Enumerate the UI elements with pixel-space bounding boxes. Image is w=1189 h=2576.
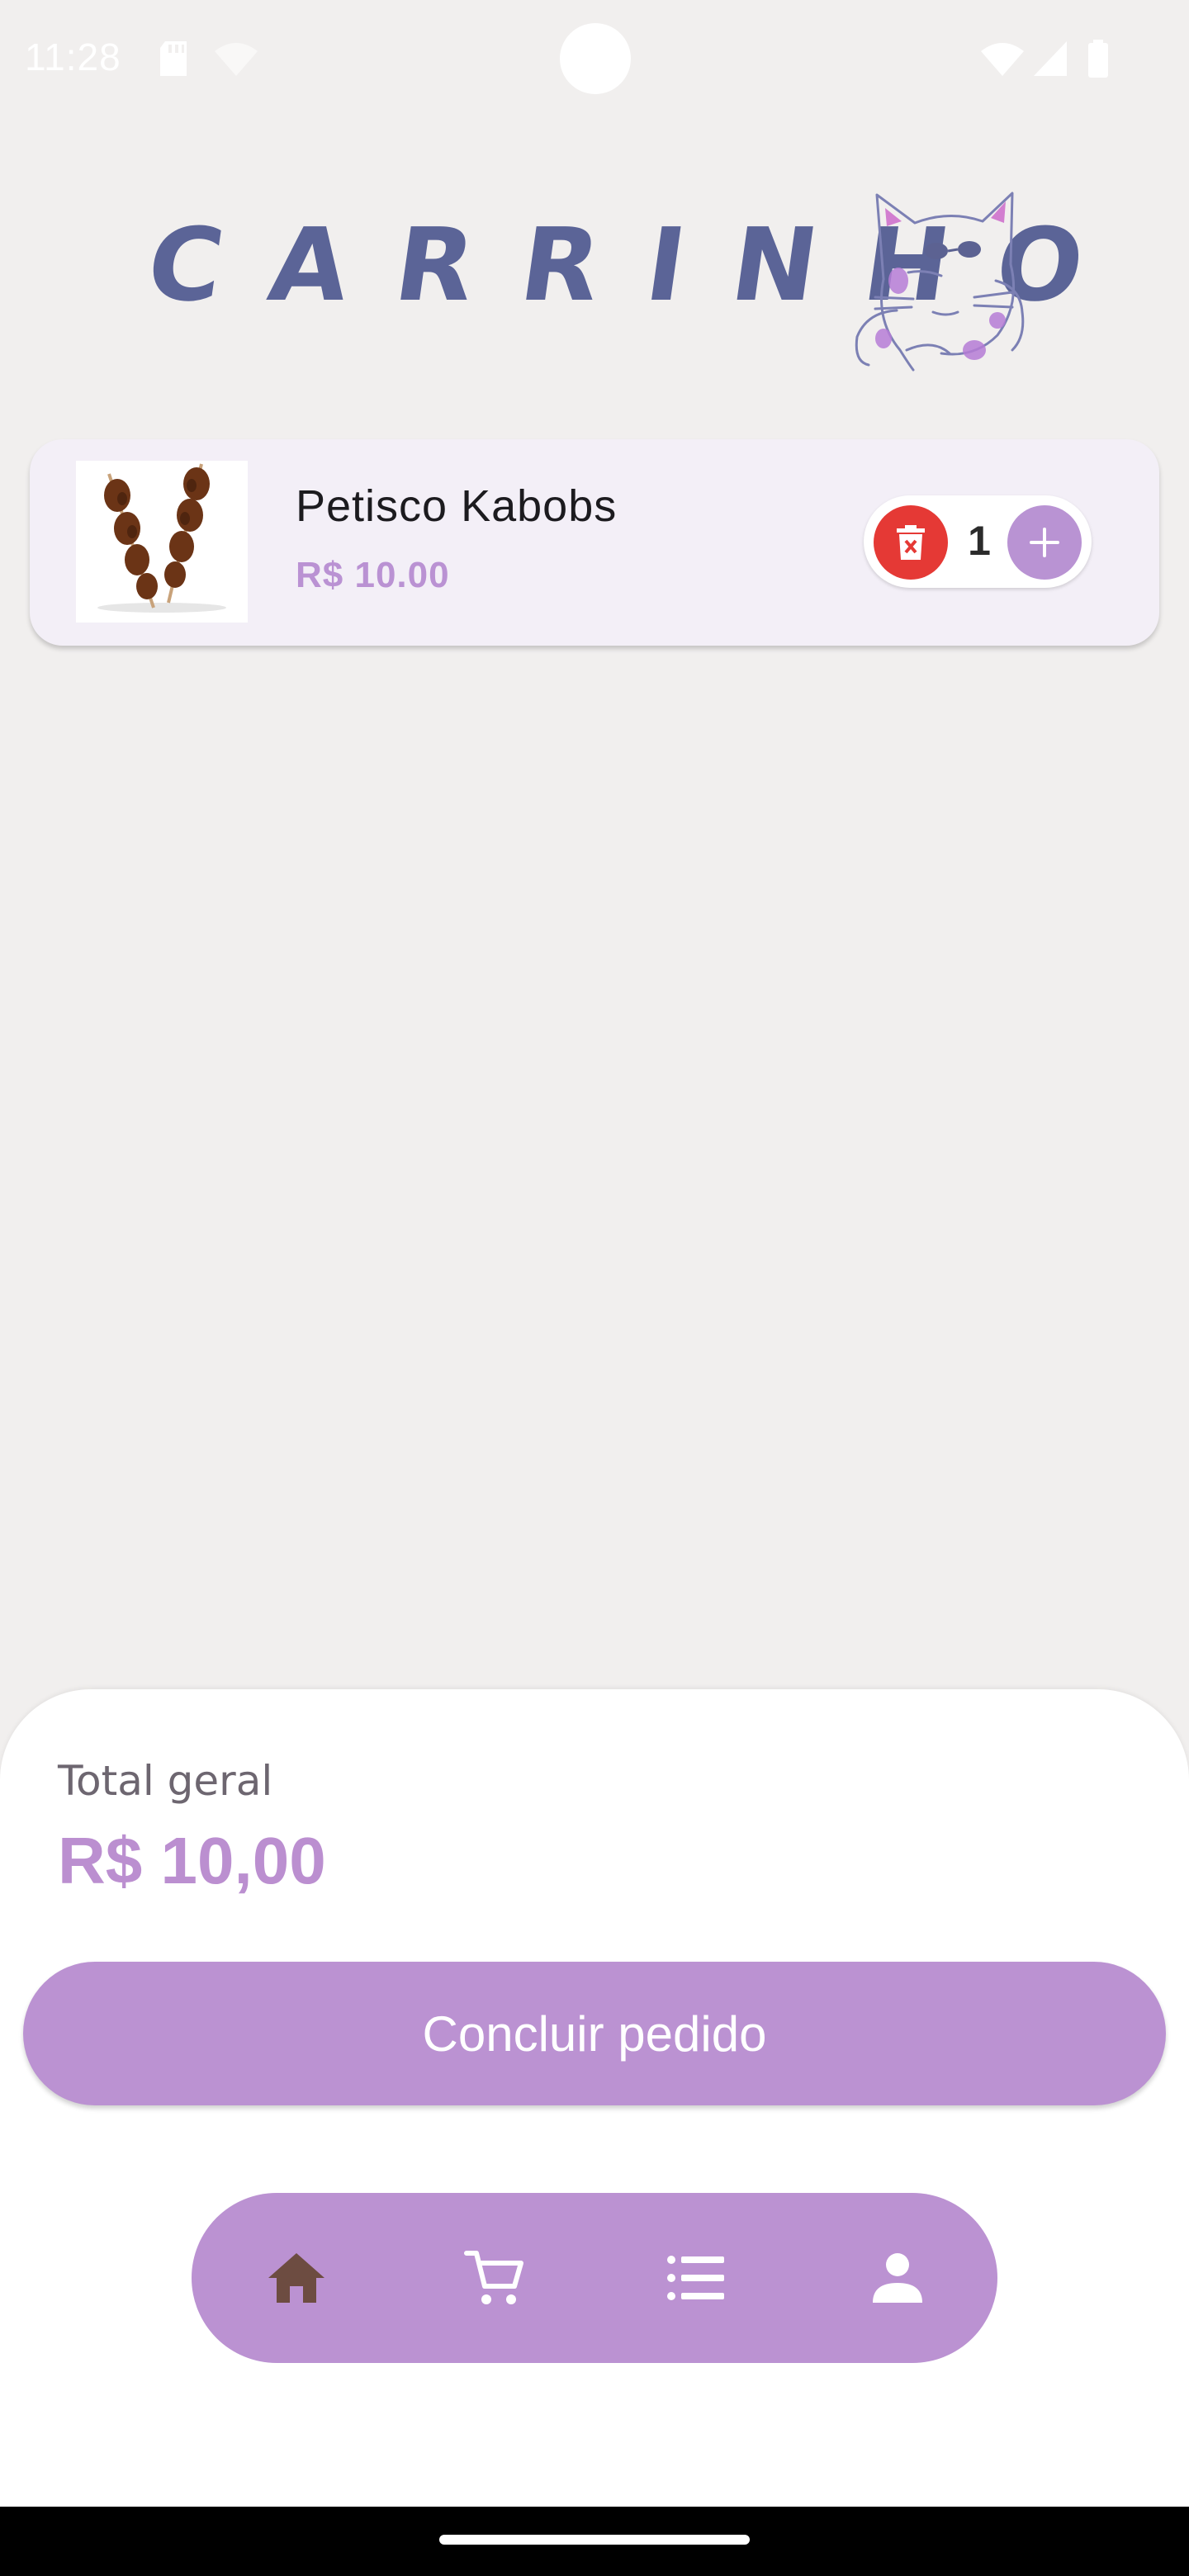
signal-icon (1034, 41, 1067, 76)
wifi-off-icon (215, 43, 258, 76)
trash-icon (897, 525, 925, 560)
product-price: R$ 10.00 (296, 555, 450, 595)
total-value: R$ 10,00 (58, 1824, 326, 1897)
home-icon (268, 2253, 324, 2303)
person-icon (873, 2253, 922, 2303)
plus-icon (1030, 528, 1059, 557)
battery-icon (1088, 40, 1108, 78)
wifi-icon (981, 43, 1024, 76)
quantity-value: 1 (968, 518, 991, 564)
nav-home-button[interactable] (251, 2234, 342, 2322)
product-image (76, 461, 248, 623)
home-gesture-handle[interactable] (439, 2535, 750, 2545)
kabob-skewers-image (97, 463, 226, 613)
delete-item-button[interactable] (874, 505, 948, 580)
nav-cart-button[interactable] (449, 2234, 540, 2322)
list-icon (667, 2256, 724, 2300)
product-name: Petisco Kabobs (296, 481, 618, 531)
sd-card-icon (160, 41, 187, 76)
status-bar: 11:28 (0, 0, 1189, 116)
add-quantity-button[interactable] (1007, 505, 1082, 580)
checkout-button[interactable]: Concluir pedido (23, 1962, 1166, 2105)
status-time: 11:28 (25, 36, 121, 78)
nav-profile-button[interactable] (852, 2234, 943, 2322)
nav-orders-button[interactable] (651, 2234, 741, 2322)
front-camera (560, 23, 631, 94)
total-label: Total geral (58, 1757, 273, 1805)
cart-icon (464, 2251, 523, 2304)
cat-mascot-illustration (855, 192, 1025, 372)
